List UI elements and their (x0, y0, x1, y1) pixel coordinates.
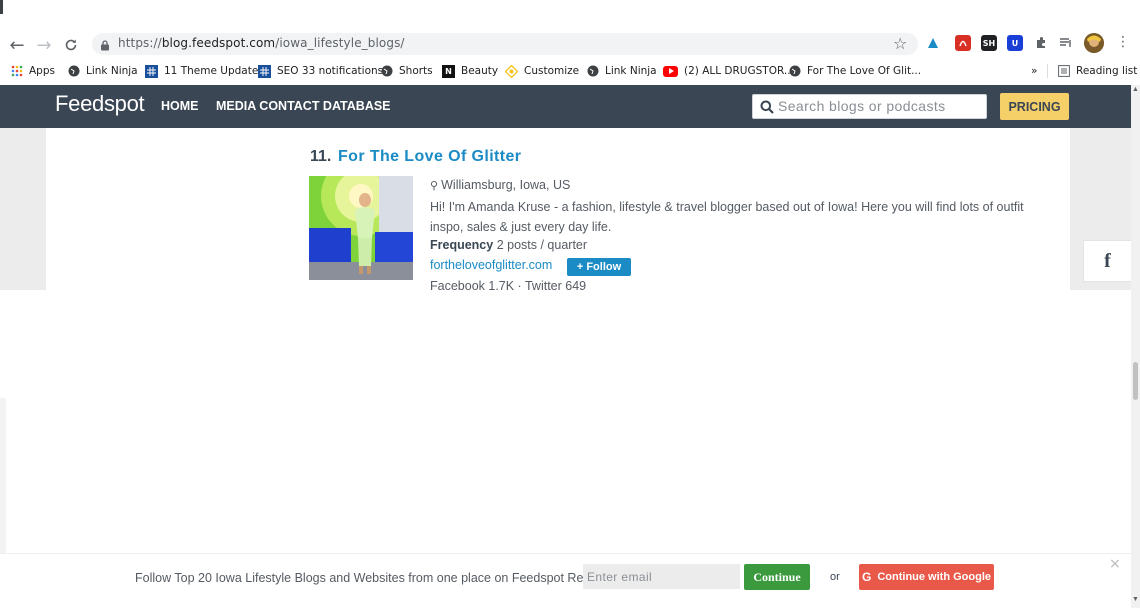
continue-with-google-button[interactable]: G Continue with Google (859, 564, 994, 590)
browser-tab-strip (0, 0, 1140, 30)
location-text: Williamsburg, Iowa, US (441, 178, 571, 192)
bookmark-label: Apps (29, 65, 55, 77)
blog-frequency: Frequency 2 posts / quarter (430, 238, 587, 252)
scroll-down-arrow-icon[interactable]: ▼ (1131, 596, 1140, 606)
youtube-icon (663, 65, 678, 77)
reading-list-button[interactable]: Reading list (1057, 63, 1137, 79)
scroll-up-arrow-icon[interactable]: ▲ (1131, 86, 1140, 96)
reading-list-label: Reading list (1076, 65, 1138, 77)
bookmark-star-icon[interactable]: ☆ (893, 34, 907, 53)
follow-button[interactable]: + Follow (567, 258, 631, 276)
globe-icon (380, 65, 393, 78)
blog-location: ⚲ Williamsburg, Iowa, US (430, 178, 570, 192)
calendar-icon (258, 64, 271, 78)
bookmark-customize[interactable]: Customize (505, 63, 579, 79)
blog-title-link[interactable]: For The Love Of Glitter (338, 148, 521, 166)
url-prefix: https:// (118, 36, 162, 50)
google-button-label: Continue with Google (877, 571, 991, 583)
bookmark-label: For The Love Of Glit... (807, 65, 922, 77)
blog-thumbnail[interactable] (309, 176, 413, 280)
pricing-button[interactable]: PRICING (1000, 93, 1069, 120)
bookmarks-overflow-button[interactable]: » (1031, 63, 1037, 79)
bookmark-label: Customize (524, 65, 580, 77)
nav-media-contact-link[interactable]: MEDIA CONTACT DATABASE (216, 99, 391, 113)
notion-icon: N (442, 64, 455, 78)
globe-icon (788, 65, 801, 78)
calendar-icon (145, 64, 158, 78)
lock-icon[interactable] (100, 38, 110, 51)
google-icon: G (862, 570, 872, 584)
sh-extension-icon[interactable]: SH (981, 35, 997, 51)
bird-extension-icon[interactable] (925, 35, 941, 51)
profile-avatar[interactable] (1084, 33, 1104, 53)
overflow-label: » (1031, 65, 1038, 77)
bookmark-label: Shorts (399, 65, 433, 77)
bookmark-label: Link Ninja (86, 65, 138, 77)
bookmarks-divider (1047, 64, 1048, 78)
bookmark-link-ninja[interactable]: Link Ninja (67, 63, 138, 79)
bookmark-label: SEO 33 notifications (277, 65, 384, 77)
blog-site-link[interactable]: fortheloveofglitter.com (430, 258, 552, 272)
apps-grid-icon (10, 65, 23, 78)
forward-arrow-icon[interactable]: → (33, 34, 55, 56)
facebook-icon: f (1104, 249, 1111, 272)
continue-button[interactable]: Continue (744, 564, 810, 590)
email-field[interactable] (583, 564, 740, 589)
bookmark-label: (2) ALL DRUGSTOR... (684, 65, 794, 77)
window-edge (0, 0, 3, 14)
bookmark-love-of-glitter[interactable]: For The Love Of Glit... (788, 63, 921, 79)
globe-icon (67, 65, 80, 78)
facebook-share-button[interactable]: f (1083, 240, 1131, 282)
media-queue-icon[interactable] (1058, 35, 1074, 51)
or-separator: or (830, 571, 840, 583)
search-icon (760, 100, 774, 114)
bookmark-seo[interactable]: SEO 33 notifications (258, 63, 383, 79)
bookmark-label: Link Ninja (605, 65, 657, 77)
url-text[interactable]: https://blog.feedspot.com/iowa_lifestyle… (118, 36, 405, 50)
bookmark-link-ninja-2[interactable]: Link Ninja (586, 63, 657, 79)
left-edge-strip (0, 398, 6, 553)
bookmark-shorts[interactable]: Shorts (380, 63, 433, 79)
url-host: blog.feedspot.com (161, 36, 276, 50)
bookmark-label: Beauty (461, 65, 499, 77)
reload-icon[interactable] (60, 34, 82, 56)
location-pin-icon: ⚲ (430, 180, 442, 192)
frequency-label: Frequency (430, 238, 494, 252)
browser-menu-icon[interactable]: ⋮ (1116, 34, 1130, 50)
u-extension-icon[interactable]: U (1007, 35, 1023, 51)
bookmark-beauty[interactable]: N Beauty (442, 63, 498, 79)
puzzle-icon[interactable] (1033, 35, 1049, 51)
footer-follow-text: Follow Top 20 Iowa Lifestyle Blogs and W… (135, 571, 609, 585)
bookmark-apps[interactable]: Apps (10, 63, 55, 79)
nav-home-link[interactable]: HOME (161, 99, 199, 113)
globe-icon (586, 65, 599, 78)
blank-overlay (0, 290, 1131, 553)
bookmark-drugstore[interactable]: (2) ALL DRUGSTOR... (663, 63, 794, 79)
scrollbar-thumb[interactable] (1133, 362, 1138, 400)
url-path: /iowa_lifestyle_blogs/ (275, 36, 405, 50)
bookmark-label: 11 Theme Update (164, 65, 259, 77)
blog-description: Hi! I'm Amanda Kruse - a fashion, lifest… (430, 200, 1024, 234)
reading-list-icon (1057, 65, 1070, 78)
frequency-value: 2 posts / quarter (496, 238, 588, 252)
search-placeholder: Search blogs or podcasts (778, 98, 946, 114)
diamond-icon (505, 64, 518, 78)
pdf-extension-icon[interactable] (955, 35, 971, 51)
feedspot-logo[interactable]: Feedspot (55, 91, 145, 117)
close-icon[interactable]: × (1109, 556, 1121, 572)
page-scrollbar[interactable] (1131, 85, 1140, 608)
bookmark-theme-update[interactable]: 11 Theme Update (145, 63, 258, 79)
blog-rank: 11. (310, 148, 332, 165)
back-arrow-icon[interactable]: ← (6, 34, 28, 56)
